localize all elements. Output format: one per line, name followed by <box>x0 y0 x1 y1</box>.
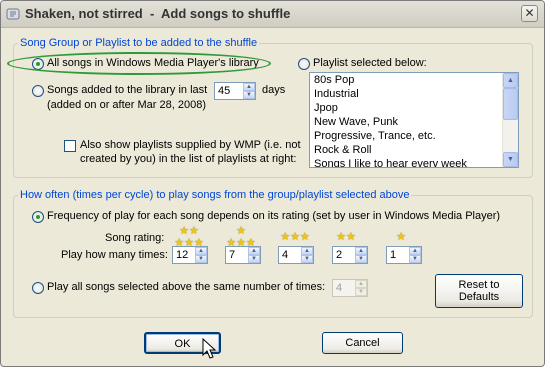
spin-up-icon[interactable]: ▲ <box>409 247 421 255</box>
scroll-down-icon[interactable]: ▼ <box>503 152 518 167</box>
same-times-stepper: 4 ▲ ▼ <box>332 279 368 297</box>
playlist-item[interactable]: New Wave, Punk <box>310 115 503 129</box>
reset-label-line2: Defaults <box>458 291 500 303</box>
playlist-item[interactable]: Jpop <box>310 101 503 115</box>
reset-defaults-button[interactable]: Reset to Defaults <box>435 274 523 308</box>
four-star-times-value: 7 <box>229 249 236 261</box>
spin-down-icon[interactable]: ▼ <box>409 255 421 263</box>
three-star-times-value: 4 <box>282 249 289 261</box>
spin-up-icon[interactable]: ▲ <box>355 247 367 255</box>
scroll-thumb[interactable] <box>503 88 518 120</box>
spin-down-icon[interactable]: ▼ <box>243 91 255 99</box>
same-times-label: Play all songs selected above the same n… <box>47 281 326 293</box>
spin-up-icon[interactable]: ▲ <box>301 247 313 255</box>
recent-days-value: 45 <box>218 85 231 97</box>
same-times-radio[interactable] <box>32 282 44 294</box>
highlight-annotation <box>7 52 271 75</box>
playlist-item[interactable]: Industrial <box>310 87 503 101</box>
two-star-times-value: 2 <box>336 249 343 261</box>
title-bar[interactable]: Shaken, not stirred - Add songs to shuff… <box>1 1 544 28</box>
playlist-item[interactable]: 80s Pop <box>310 73 503 87</box>
one-star-times-value: 1 <box>390 249 397 261</box>
playlist-item[interactable]: Progressive, Trance, etc. <box>310 129 503 143</box>
one-star-rating-icon: ★ <box>396 231 406 243</box>
playlist-radio-label: Playlist selected below: <box>313 57 427 69</box>
two-star-rating-icon: ★★ <box>336 231 356 243</box>
playlist-scrollbar[interactable]: ▲ ▼ <box>502 73 518 167</box>
close-button[interactable]: ✕ <box>521 5 538 22</box>
playlist-item[interactable]: Rock & Roll <box>310 143 503 157</box>
spin-up-icon: ▲ <box>355 280 367 288</box>
spin-down-icon[interactable]: ▼ <box>248 255 260 263</box>
three-star-rating-icon: ★★★ <box>280 231 310 243</box>
two-star-times-stepper[interactable]: 2 ▲ ▼ <box>332 246 368 264</box>
five-star-times-value: 12 <box>176 249 189 261</box>
spin-up-icon[interactable]: ▲ <box>195 247 207 255</box>
same-times-value: 4 <box>336 282 343 294</box>
spin-up-icon[interactable]: ▲ <box>248 247 260 255</box>
days-label: days <box>262 84 286 96</box>
recent-songs-label: Songs added to the library in last <box>47 84 208 96</box>
window-title: Shaken, not stirred - Add songs to shuff… <box>25 6 291 21</box>
recent-days-stepper[interactable]: 45 ▲ ▼ <box>214 82 256 100</box>
dialog-window: Shaken, not stirred - Add songs to shuff… <box>0 0 545 367</box>
one-star-times-stepper[interactable]: 1 ▲ ▼ <box>386 246 422 264</box>
app-icon <box>6 8 20 20</box>
spin-up-icon[interactable]: ▲ <box>243 83 255 91</box>
song-group-legend: Song Group or Playlist to be added to th… <box>20 37 258 49</box>
recent-date-note: (added on or after Mar 28, 2008) <box>47 99 206 111</box>
playlist-item[interactable]: Songs I like to hear every week <box>310 157 503 167</box>
frequency-legend: How often (times per cycle) to play song… <box>20 189 410 201</box>
five-star-times-stepper[interactable]: 12 ▲ ▼ <box>172 246 208 264</box>
song-rating-label: Song rating: <box>105 232 165 244</box>
reset-label-line1: Reset to <box>458 279 500 291</box>
show-wmp-playlists-checkbox[interactable] <box>64 140 76 152</box>
scroll-up-icon[interactable]: ▲ <box>503 73 518 88</box>
four-star-times-stepper[interactable]: 7 ▲ ▼ <box>225 246 261 264</box>
spin-down-icon[interactable]: ▼ <box>195 255 207 263</box>
wmp-checkbox-label-line2: created by you) in the list of playlists… <box>80 153 297 165</box>
rating-frequency-radio[interactable] <box>32 211 44 223</box>
playlist-listbox[interactable]: 80s Pop Industrial Jpop New Wave, Punk P… <box>309 72 519 168</box>
rating-frequency-label: Frequency of play for each song depends … <box>47 210 501 222</box>
recent-songs-radio[interactable] <box>32 85 44 97</box>
play-times-label: Play how many times: <box>61 249 168 261</box>
cancel-button[interactable]: Cancel <box>322 332 403 354</box>
spin-down-icon[interactable]: ▼ <box>301 255 313 263</box>
three-star-times-stepper[interactable]: 4 ▲ ▼ <box>278 246 314 264</box>
wmp-checkbox-label-line1: Also show playlists supplied by WMP (i.e… <box>80 139 301 151</box>
spin-down-icon[interactable]: ▼ <box>355 255 367 263</box>
spin-down-icon: ▼ <box>355 288 367 296</box>
mouse-pointer-icon <box>202 338 217 359</box>
playlist-radio[interactable] <box>298 58 310 70</box>
